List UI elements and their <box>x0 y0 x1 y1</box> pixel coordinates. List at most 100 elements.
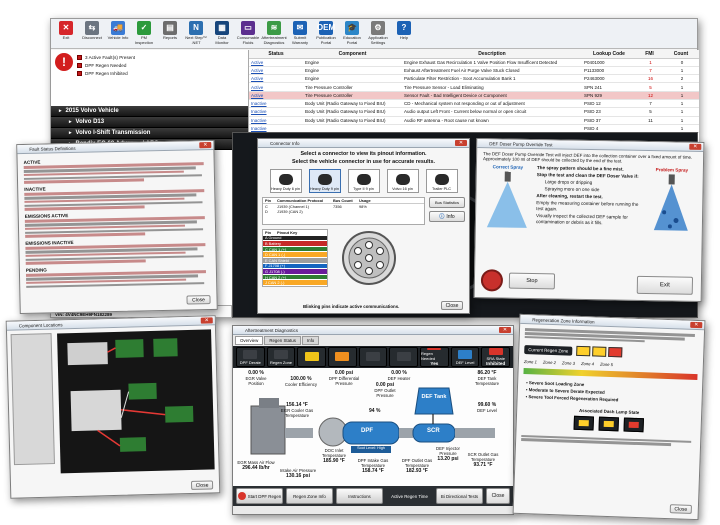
table-row[interactable]: Active Engine Engine Exhaust Gas Recircula… <box>249 58 699 67</box>
toolbar-button-pm-inspection[interactable]: ✓ PM Inspection <box>133 21 155 46</box>
grid-cell-count: 0 <box>663 58 699 67</box>
grid-cell-fmi[interactable]: 5 <box>636 107 663 117</box>
fault-item[interactable]: 3 Active Fault(s) Present <box>77 53 135 61</box>
close-icon[interactable]: ✕ <box>689 143 702 150</box>
grid-cell-status[interactable]: Active <box>249 66 303 76</box>
grid-header-cell[interactable]: FMI <box>636 50 663 59</box>
aft-action-start-dpf-regen[interactable]: Start DPF Regen <box>236 488 283 504</box>
stop-icon[interactable] <box>480 269 504 292</box>
table-row[interactable]: Active Tire Pressure Controller Sensor Fau… <box>249 91 699 101</box>
table-row[interactable]: Inactive Body Unit (Radio Gateway to Fixe… <box>249 99 699 109</box>
zone-lamps <box>576 346 623 358</box>
indicator-lamp-icon <box>488 348 503 355</box>
grid-cell-fmi[interactable]: 16 <box>636 74 663 84</box>
grid-header-cell[interactable]: Lookup Code <box>582 50 636 59</box>
toolbar-button-reports[interactable]: ▤ Reports <box>159 21 181 46</box>
toolbar-button-disconnect[interactable]: ⇆ Disconnect <box>81 21 103 46</box>
grid-header-cell[interactable]: Count <box>663 50 699 59</box>
connector-tile[interactable]: Heavy Duty 9 pin <box>308 169 341 193</box>
grid-cell-status[interactable]: Inactive <box>249 107 303 117</box>
close-icon[interactable]: ✕ <box>499 327 511 333</box>
dpf-outlet-t-label: DPF Outlet Gas Temperature <box>401 458 433 468</box>
fault-item[interactable]: DPF Regen Needed <box>77 61 135 69</box>
close-button[interactable]: Close <box>186 295 211 305</box>
connector-tile[interactable]: Trailer PLC <box>425 169 458 193</box>
grid-cell-code: P0401000 <box>582 58 636 67</box>
fault-item[interactable]: DPF Regen Inhibited <box>77 69 135 77</box>
protocol-table-rows: C J1939 (Channel 1) 7356 98% D J1939 (CAN 2) <box>263 204 424 215</box>
grid-cell-fmi[interactable]: 12 <box>636 91 663 101</box>
grid-cell-fmi[interactable]: 7 <box>636 66 663 76</box>
info-button[interactable]: ⓘ Info <box>429 211 465 222</box>
grid-cell-status[interactable]: Active <box>249 74 303 84</box>
bus-statistics-button[interactable]: Bus Statistics <box>429 197 465 208</box>
close-button[interactable]: Close <box>190 480 214 490</box>
grid-header-cell[interactable]: Component <box>303 50 402 59</box>
aft-action-regen-zone-info[interactable]: Regen Zone Info <box>286 488 333 504</box>
close-icon[interactable]: ✕ <box>199 142 212 149</box>
intake-air-value: 130.16 psi <box>286 473 310 479</box>
close-icon[interactable]: ✕ <box>455 140 467 146</box>
toolbar-button-vehicle-info[interactable]: 🚚 Vehicle Info <box>107 21 129 46</box>
grid-cell-fmi[interactable]: 11 <box>636 116 663 125</box>
aft-action-bi-directional-tests[interactable]: Bi Directional Tests <box>436 488 483 504</box>
toolbar-button-data-monitor[interactable]: ▦ Data Monitor <box>211 21 233 46</box>
grid-header-cell[interactable]: Status <box>249 50 303 59</box>
table-row[interactable]: Inactive Body Unit (Radio Gateway to Fixe… <box>249 107 699 117</box>
grid-cell-status[interactable]: Inactive <box>249 99 303 109</box>
grid-cell-fmi[interactable]: 1 <box>636 58 663 67</box>
grid-cell-desc: Sensor Fault - Bad Intelligent Device or… <box>402 91 582 101</box>
stop-button[interactable]: Stop <box>508 272 556 290</box>
fault-definitions-window: Fault Status Definitions ✕ ACTIVE INACTIV… <box>16 139 218 315</box>
vehicle-tree-item[interactable]: ▸ 2015 Volvo Vehicle <box>51 106 248 117</box>
tab-info[interactable]: Info <box>301 336 320 345</box>
toolbar-button-publication-portal[interactable]: OEM Publication Portal <box>315 21 337 46</box>
def-tank-temp-label: DEF Tank Temperature <box>474 376 500 386</box>
table-row[interactable]: Active Engine Particulate Filter Restricti… <box>249 74 699 84</box>
toolbar-label: Help <box>399 35 409 40</box>
toolbar-button-application-settings[interactable]: ⚙ Application Settings <box>367 21 389 46</box>
connector-tile[interactable]: Volvo 16 pin <box>386 169 419 193</box>
table-row[interactable]: Inactive Body Unit (Radio Gateway to Fixe… <box>249 116 699 125</box>
grid-cell-component: Tire Pressure Controller <box>303 82 402 92</box>
connector-tile[interactable]: Heavy Duty 6 pin <box>269 169 302 193</box>
grid-cell-fmi[interactable]: 7 <box>636 99 663 109</box>
def-level-label: DEF Level <box>476 408 498 413</box>
aft-action-label: Start DPF Regen <box>247 493 282 499</box>
table-row[interactable]: Active Tire Pressure Controller Tire Press… <box>249 82 699 92</box>
indicator-lamp-icon <box>366 352 381 361</box>
aft-action-active-regen-time[interactable]: Active Regen Time <box>386 488 433 504</box>
toolbar-label: Exit <box>62 35 70 40</box>
tab-overview[interactable]: Overview <box>235 336 264 345</box>
grid-cell-status[interactable]: Active <box>249 58 303 67</box>
toolbar-button-consumable-fluids[interactable]: ▭ Consumable Fluids <box>237 21 259 46</box>
grid-cell-status[interactable]: Active <box>249 91 303 101</box>
toolbar-button-education-portal[interactable]: 🎓 Education Portal <box>341 21 363 46</box>
toolbar-button-next-step-net[interactable]: N Next Step™ .NET <box>185 21 207 46</box>
grid-header-cell[interactable]: Description <box>402 50 582 59</box>
toolbar-button-submit-warranty[interactable]: ✉ Submit Warranty <box>289 21 311 46</box>
toolbar-button-help[interactable]: ? Help <box>393 21 415 46</box>
close-icon[interactable]: ✕ <box>200 317 213 324</box>
toolbar-button-aftertreatment-diagnostics[interactable]: ≋ Aftertreatment Diagnostics <box>261 21 287 46</box>
connector-tile[interactable]: Type II 9 pin <box>347 169 380 193</box>
grid-cell-status[interactable]: Active <box>249 82 303 92</box>
doc-temp-reading: DOC Inlet Temperature 185.90 °F <box>317 448 351 464</box>
indicator-lamp-icon <box>427 348 442 350</box>
grid-cell-count: 1 <box>663 116 699 125</box>
close-button[interactable]: Close <box>486 488 510 504</box>
protocol-cell: 7356 <box>333 203 342 209</box>
aft-action-instructions[interactable]: Instructions <box>336 488 383 504</box>
table-row[interactable]: Active Engine Exhaust Aftertreatment Fuel … <box>249 66 699 76</box>
close-button[interactable]: Close <box>669 504 692 514</box>
toolbar-button-exit[interactable]: ✕ Exit <box>55 21 77 46</box>
close-button[interactable]: Close <box>441 301 463 310</box>
tab-regen-status[interactable]: Regen Status <box>264 336 301 345</box>
grid-cell-fmi[interactable]: 5 <box>636 82 663 92</box>
aft-action-label: Instructions <box>348 493 371 499</box>
grid-cell-status[interactable]: Inactive <box>249 116 303 125</box>
exit-button[interactable]: Exit <box>636 275 694 295</box>
vehicle-tree-item[interactable]: ▸ Volvo I-Shift Transmission <box>51 128 248 139</box>
vehicle-tree-item[interactable]: ▸ Volvo D13 <box>51 117 248 128</box>
close-icon[interactable]: ✕ <box>690 321 703 329</box>
